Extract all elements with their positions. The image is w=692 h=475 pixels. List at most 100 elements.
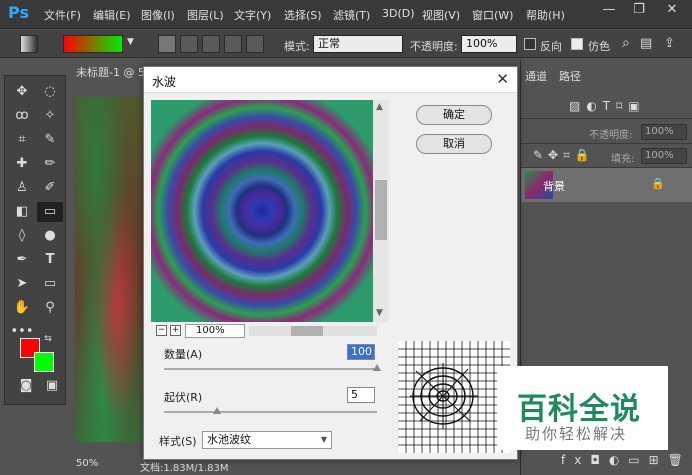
rectangle-tool-icon[interactable]: ▭	[37, 274, 63, 294]
share-icon[interactable]: ⇪	[664, 36, 675, 51]
dodge-tool-icon[interactable]: ●	[37, 226, 63, 246]
healing-brush-icon[interactable]: ✚	[9, 154, 35, 174]
lasso-tool-icon[interactable]: ꝏ	[9, 106, 35, 126]
history-brush-icon[interactable]: ✐	[37, 178, 63, 198]
layer-opacity-input[interactable]: 100%	[641, 124, 687, 140]
menu-help[interactable]: 帮助(H)	[526, 7, 565, 23]
minimize-button[interactable]: —	[595, 0, 623, 22]
restore-button[interactable]: ❐	[625, 0, 653, 22]
zigzag-dialog: 水波 ✕ ▲ ▼ − + 100% 确定 取消 数量(A) 100 起伏(R) …	[143, 66, 518, 460]
close-window-button[interactable]: ✕	[658, 0, 686, 22]
ridges-input[interactable]: 5	[347, 387, 375, 403]
quick-mask-icon[interactable]: ◙	[13, 376, 39, 396]
menu-edit[interactable]: 编辑(E)	[93, 7, 131, 23]
background-color-swatch[interactable]	[34, 352, 54, 372]
options-bar: ▼ 模式: 正常 不透明度: 100% 反向 仿色 ⌕ ▤ ⇪	[0, 30, 692, 58]
layer-row[interactable]: 背景 🔒	[521, 168, 692, 202]
gradient-dropdown-icon[interactable]: ▼	[127, 37, 134, 47]
amount-input[interactable]: 100	[347, 344, 375, 360]
dither-checkbox[interactable]	[571, 38, 583, 50]
zoom-tool-icon[interactable]: ⚲	[37, 298, 63, 318]
preview-horizontal-scrollbar[interactable]	[249, 326, 377, 336]
cancel-button[interactable]: 取消	[416, 134, 492, 154]
brush-tool-icon[interactable]: ✏	[37, 154, 63, 174]
amount-slider-handle[interactable]	[373, 364, 381, 371]
scroll-down-icon[interactable]: ▼	[376, 308, 383, 318]
status-bar: 50%	[70, 455, 145, 475]
type-tool-icon[interactable]: T	[37, 250, 63, 270]
layer-actions-icons[interactable]: fx◘◐▭⊞🗑	[561, 453, 692, 467]
displacement-mesh-preview	[398, 341, 510, 453]
menu-view[interactable]: 视图(V)	[422, 7, 460, 23]
style-select[interactable]: 水池波纹 ▼	[202, 431, 332, 449]
scroll-thumb[interactable]	[375, 180, 387, 240]
layer-filter-icons[interactable]: ▨◐T⌑▣	[569, 99, 646, 113]
document-status: 文档:1.83M/1.83M	[140, 463, 229, 474]
screen-mode-icon[interactable]: ▣	[39, 376, 65, 396]
zoom-out-icon[interactable]: −	[156, 325, 167, 336]
mode-select[interactable]: 正常	[313, 35, 403, 53]
crop-tool-icon[interactable]: ⌗	[9, 130, 35, 150]
dialog-title: 水波	[152, 75, 177, 89]
gradient-tool-icon[interactable]: ▭	[37, 202, 63, 222]
ok-button[interactable]: 确定	[416, 105, 492, 125]
reflected-gradient-icon[interactable]	[224, 35, 242, 53]
menu-image[interactable]: 图像(I)	[141, 7, 175, 23]
horizontal-scroll-thumb[interactable]	[291, 326, 323, 336]
close-icon[interactable]: ✕	[496, 70, 509, 88]
pen-tool-icon[interactable]: ✒	[9, 250, 35, 270]
ridges-slider[interactable]	[164, 407, 377, 414]
stamp-tool-icon[interactable]: ♙	[9, 178, 35, 198]
tab-paths[interactable]: 路径	[559, 68, 581, 84]
ridges-slider-handle[interactable]	[213, 407, 222, 414]
layer-filter-row: ▨◐T⌑▣	[521, 95, 692, 119]
eyedropper-icon[interactable]: ✎	[37, 130, 63, 150]
menu-3d[interactable]: 3D(D)	[382, 7, 415, 20]
preview-vertical-scrollbar[interactable]: ▲ ▼	[373, 100, 389, 322]
angle-gradient-icon[interactable]	[202, 35, 220, 53]
menu-layer[interactable]: 图层(L)	[187, 7, 224, 23]
zoom-in-icon[interactable]: +	[170, 325, 181, 336]
radial-gradient-icon[interactable]	[180, 35, 198, 53]
linear-gradient-icon[interactable]	[158, 35, 176, 53]
path-select-icon[interactable]: ➤	[9, 274, 35, 294]
marquee-tool-icon[interactable]: ◌	[37, 82, 63, 102]
menu-filter[interactable]: 滤镜(T)	[333, 7, 370, 23]
move-tool-icon[interactable]: ✥	[9, 82, 35, 102]
chevron-down-icon: ▼	[320, 435, 327, 444]
style-select-value: 水池波纹	[207, 433, 251, 446]
lock-icon: 🔒	[651, 177, 665, 190]
menu-type[interactable]: 文字(Y)	[234, 7, 271, 23]
reverse-checkbox[interactable]	[524, 38, 536, 50]
layer-fill-input[interactable]: 100%	[641, 148, 687, 164]
toolbox: ✥ ◌ ꝏ ✧ ⌗ ✎ ✚ ✏ ♙ ✐ ◧ ▭ ◊ ● ✒ T ➤ ▭ ✋ ⚲ …	[4, 75, 66, 405]
diamond-gradient-icon[interactable]	[246, 35, 264, 53]
zoom-level[interactable]: 50%	[76, 458, 98, 469]
preview-zoom-select[interactable]: 100%	[185, 324, 245, 338]
document-canvas[interactable]	[75, 97, 145, 442]
layer-name: 背景	[543, 180, 565, 193]
menu-window[interactable]: 窗口(W)	[472, 7, 513, 23]
blur-tool-icon[interactable]: ◊	[9, 226, 35, 246]
lock-icons[interactable]: ✎✥⌗🔒	[533, 148, 595, 163]
menu-file[interactable]: 文件(F)	[44, 7, 81, 23]
ridges-label: 起伏(R)	[164, 391, 203, 404]
menu-select[interactable]: 选择(S)	[284, 7, 322, 23]
magic-wand-icon[interactable]: ✧	[37, 106, 63, 126]
eraser-tool-icon[interactable]: ◧	[9, 202, 35, 222]
gradient-tool-preset-icon[interactable]	[20, 35, 38, 53]
search-icon[interactable]: ⌕	[622, 35, 630, 51]
scroll-up-icon[interactable]: ▲	[376, 102, 383, 112]
style-label: 样式(S)	[159, 435, 197, 448]
gradient-swatch[interactable]	[63, 35, 123, 53]
filter-preview[interactable]	[151, 100, 373, 322]
dither-label: 仿色	[588, 40, 610, 53]
opacity-input[interactable]: 100%	[461, 35, 517, 53]
reverse-label: 反向	[540, 40, 562, 53]
amount-slider[interactable]	[164, 364, 381, 371]
hand-tool-icon[interactable]: ✋	[9, 298, 35, 318]
swap-colors-icon[interactable]: ⇆	[41, 332, 55, 346]
tab-channels[interactable]: 通道	[525, 68, 547, 84]
mode-label: 模式:	[284, 40, 310, 53]
workspace-icon[interactable]: ▤	[640, 36, 652, 51]
